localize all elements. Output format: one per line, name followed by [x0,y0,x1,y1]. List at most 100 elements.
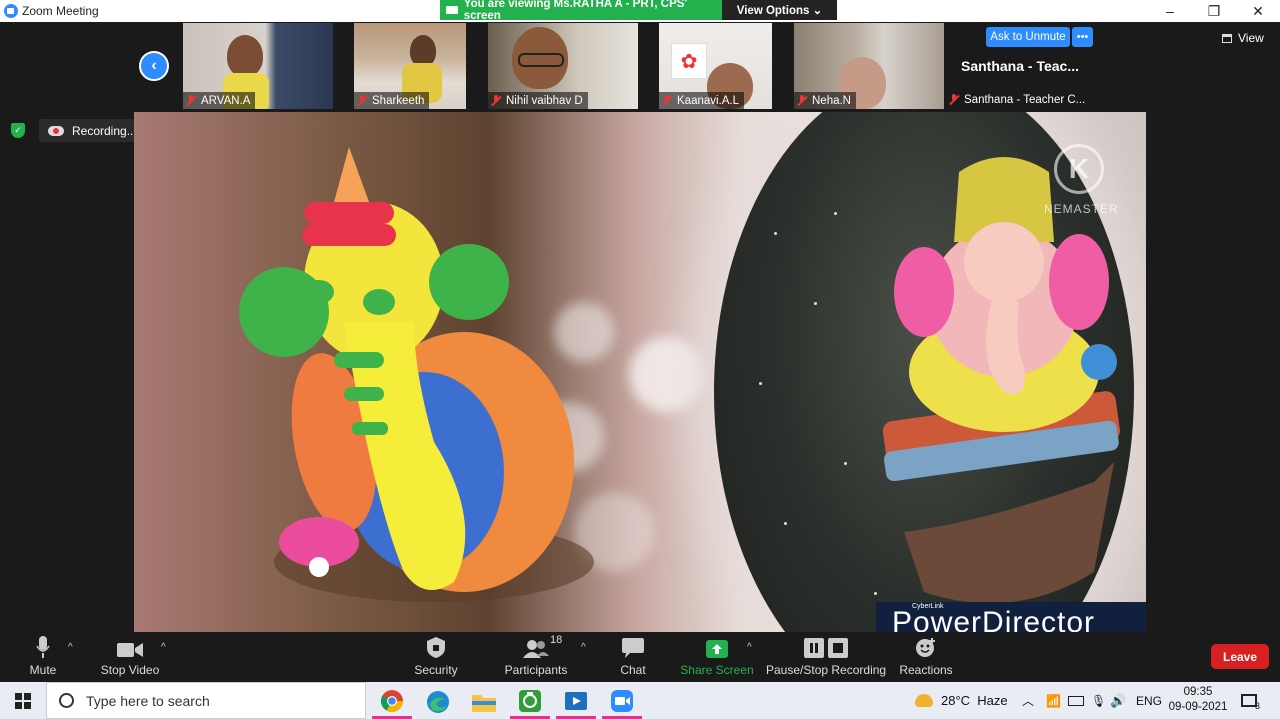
participant-label: ARVAN.A [183,92,256,109]
viewing-text: You are viewing Ms.RATHA A - PRT, CPS' s… [463,0,688,22]
kinemaster-logo: K [1054,144,1104,194]
leave-button[interactable]: Leave [1211,644,1269,669]
mic-muted-icon [186,95,196,106]
participant-label: Neha.N [794,92,856,109]
chevron-up-icon: ︿ [1022,694,1035,708]
stop-video-label: Stop Video [100,663,160,677]
participant-tile[interactable]: Nihil vaibhav D [488,23,638,109]
participant-name: Nihil vaibhav D [506,94,583,107]
glasses-icon [518,53,564,67]
participants-icon [523,640,549,658]
shield-icon [427,637,445,658]
viewing-banner: You are viewing Ms.RATHA A - PRT, CPS' s… [440,0,722,22]
participant-name: Kaanavi.A.L [677,94,740,107]
minimize-button[interactable]: – [1148,0,1192,22]
reactions-button[interactable]: Reactions [896,632,956,682]
bokeh-light [629,337,704,412]
snow-dot [844,462,847,465]
watermark-text: NEMASTER [1044,202,1119,216]
volume-icon[interactable]: 🔊 [1110,682,1126,719]
snow-dot [774,232,777,235]
show-hidden-icons-button[interactable]: ︿ [1022,682,1034,719]
reactions-label: Reactions [899,663,953,677]
pause-stop-recording-button[interactable]: Pause/Stop Recording [766,632,886,682]
microphone-icon [36,636,50,658]
window-title: Zoom Meeting [22,4,99,18]
gallery-prev-button[interactable]: ‹ [139,51,169,81]
snow-dot [814,302,817,305]
chrome-taskbar-icon[interactable] [372,685,412,719]
language-indicator[interactable]: ENG [1136,682,1162,719]
search-placeholder: Type here to search [86,692,210,709]
share-options-caret[interactable]: ^ [747,642,752,653]
chat-button[interactable]: Chat [610,632,656,682]
snow-dot [759,382,762,385]
view-options-button[interactable]: View Options ⌄ [722,0,837,20]
view-button[interactable]: View [1222,31,1264,45]
participant-name: Neha.N [812,94,851,107]
meeting-toolbar: Mute ^ Stop Video ^ Security 18 Particip… [0,632,1280,682]
clock-date: 09-09-2021 [1168,701,1228,713]
mute-button[interactable]: Mute [22,632,64,682]
video-editor-taskbar-icon[interactable] [556,685,596,719]
zoom-taskbar-icon[interactable] [602,685,642,719]
mic-muted-icon [357,95,367,106]
network-icon[interactable]: 📶 [1046,682,1061,719]
close-button[interactable]: ✕ [1236,0,1280,22]
microphone-tray-icon[interactable]: 🎙 [1091,682,1106,719]
clay-ganesha-image [239,147,594,602]
mute-options-caret[interactable]: ^ [68,642,73,653]
chevron-left-icon: ‹ [151,57,157,74]
participant-tile[interactable]: Neha.N [794,23,944,109]
participants-label: Participants [504,663,568,677]
participant-label: Sharkeeth [354,92,430,109]
snow-dot [834,212,837,215]
photos-taskbar-icon[interactable] [510,685,550,719]
edge-taskbar-icon[interactable] [418,685,458,719]
video-options-caret[interactable]: ^ [161,642,166,653]
stop-video-button[interactable]: Stop Video [98,632,162,682]
participant-label: Kaanavi.A.L [659,92,745,109]
security-button[interactable]: Security [406,632,466,682]
taskbar-clock[interactable]: 09:35 09-09-2021 [1167,685,1229,715]
participant-name: Sharkeeth [372,94,425,107]
participants-options-caret[interactable]: ^ [581,642,586,653]
host-label-text: Santhana - Teacher C... [964,93,1086,106]
windows-start-button[interactable] [15,693,31,709]
participant-name: ARVAN.A [201,94,251,107]
taskbar-search-box[interactable]: Type here to search [46,682,366,719]
mic-muted-icon [949,94,959,105]
snow-dot [784,522,787,525]
notification-icon [1241,694,1257,707]
participant-tile[interactable]: ✿ Kaanavi.A.L [659,23,772,109]
window-titlebar: Zoom Meeting You are viewing Ms.RATHA A … [0,0,1280,22]
share-screen-button[interactable]: Share Screen [680,632,754,682]
participant-count: 18 [550,634,563,646]
cloud-recording-icon [48,125,64,136]
participants-button[interactable]: 18 Participants [500,632,572,682]
video-camera-icon [117,643,143,657]
view-label: View [1238,31,1264,45]
weather-widget[interactable]: 28°C Haze [915,682,1008,719]
chat-label: Chat [620,663,646,677]
ask-to-unmute-button[interactable]: Ask to Unmute [986,27,1070,47]
battery-icon[interactable] [1068,682,1084,719]
participant-label: Nihil vaibhav D [488,92,588,109]
notifications-button[interactable]: 3 [1241,682,1260,719]
recording-status: Recording... [72,123,137,138]
mic-muted-icon [662,95,672,106]
maximize-button[interactable]: ❐ [1192,0,1236,22]
mic-muted-icon [797,95,807,106]
more-options-button[interactable]: ••• [1072,27,1093,47]
gallery-view-icon [1222,33,1232,43]
haze-weather-icon [915,694,933,707]
clock-time: 09:35 [1183,686,1213,698]
participant-tile[interactable]: Sharkeeth [354,23,466,109]
file-explorer-taskbar-icon[interactable] [464,685,504,719]
ganesha-idol-image [882,157,1120,604]
powerdirector-banner: CyberLink PowerDirector [876,602,1146,632]
product-name: PowerDirector [892,606,1096,633]
smiley-plus-icon [916,638,935,657]
participant-tile[interactable]: ARVAN.A [183,23,333,109]
share-screen-label: Share Screen [680,663,754,677]
